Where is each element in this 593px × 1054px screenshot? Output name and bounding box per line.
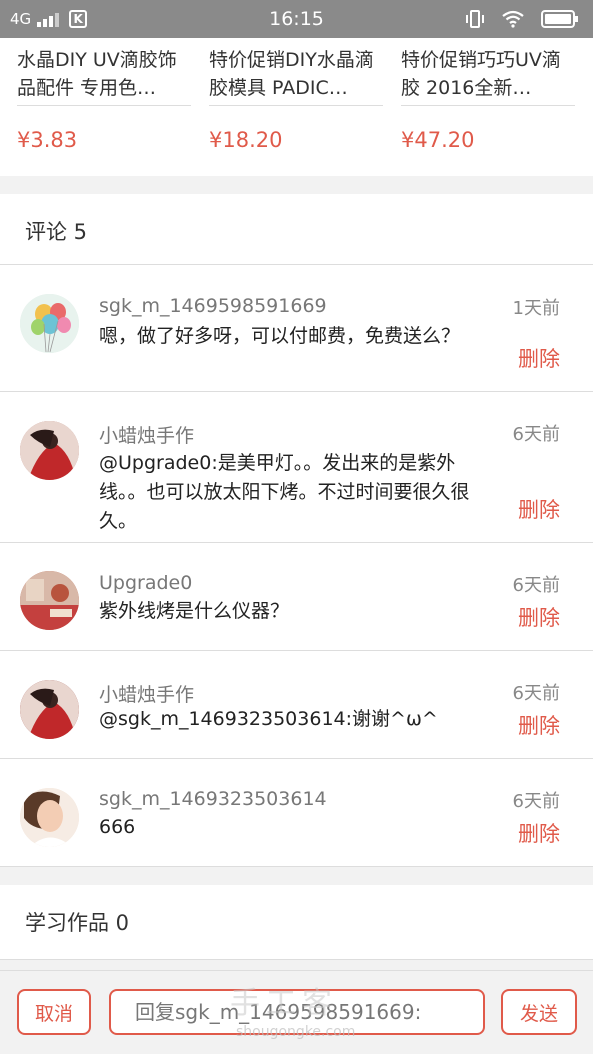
comment-time: 6天前	[512, 791, 560, 812]
comment-time: 1天前	[512, 298, 560, 319]
comment-item: 小蜡烛手作 6天前 @Upgrade0:是美甲灯。。发出来的是紫外线。。也可以放…	[0, 392, 593, 543]
section-divider	[0, 176, 593, 194]
comment-text: 紫外线烤是什么仪器？	[99, 600, 290, 622]
product-name: 水晶DIY UV滴胶饰品配件 专用色…	[17, 38, 191, 106]
comment-item: sgk_m_1469323503614 6天前 666 删除	[0, 759, 593, 867]
comment-text: @sgk_m_1469323503614:谢谢^ω^	[99, 708, 438, 730]
comment-username[interactable]: 小蜡烛手作	[99, 421, 194, 448]
comment-username[interactable]: sgk_m_1469323503614	[99, 788, 327, 810]
comments-title: 评论 5	[25, 220, 88, 244]
comment-item: Upgrade0 6天前 紫外线烤是什么仪器？ 删除	[0, 543, 593, 651]
battery-icon	[541, 10, 578, 28]
delete-button[interactable]: 删除	[518, 602, 560, 632]
comment-time: 6天前	[512, 683, 560, 704]
cancel-button[interactable]: 取消	[17, 989, 91, 1035]
comment-item: sgk_m_1469598591669 1天前 嗯，做了好多呀，可以付邮费，免费…	[0, 265, 593, 392]
delete-button[interactable]: 删除	[518, 818, 560, 848]
product-card[interactable]: 特价促销DIY水晶滴胶模具 PADIC… ¥18.20	[209, 38, 383, 152]
delete-button[interactable]: 删除	[518, 343, 560, 373]
product-price: ¥18.20	[209, 128, 283, 152]
comment-text: 嗯，做了好多呀，可以付邮费，免费送么？	[99, 325, 461, 347]
avatar[interactable]	[20, 294, 79, 353]
red-dress-icon	[20, 680, 79, 739]
red-dress-icon	[20, 421, 79, 480]
product-name: 特价促销巧巧UV滴胶 2016全新…	[401, 38, 575, 106]
avatar[interactable]	[20, 788, 79, 847]
product-price: ¥47.20	[401, 128, 475, 152]
comment-username[interactable]: 小蜡烛手作	[99, 680, 194, 707]
watermark-url: shougongke.com	[236, 1024, 356, 1040]
product-name: 特价促销DIY水晶滴胶模具 PADIC…	[209, 38, 383, 106]
product-card[interactable]: 水晶DIY UV滴胶饰品配件 专用色… ¥3.83	[17, 38, 191, 152]
related-products: 水晶DIY UV滴胶饰品配件 专用色… ¥3.83 特价促销DIY水晶滴胶模具 …	[0, 38, 593, 176]
send-button[interactable]: 发送	[501, 989, 577, 1035]
comment-username[interactable]: sgk_m_1469598591669	[99, 295, 327, 317]
comment-text: @Upgrade0:是美甲灯。。发出来的是紫外线。。也可以放太阳下烤。不过时间要…	[99, 452, 470, 532]
comments-header: 评论 5	[0, 194, 593, 265]
product-card[interactable]: 特价促销巧巧UV滴胶 2016全新… ¥47.20	[401, 38, 575, 152]
status-bar: 4G K 16:15	[0, 0, 593, 38]
vibrate-icon	[466, 10, 484, 28]
works-title: 学习作品 0	[25, 911, 130, 935]
wifi-icon	[502, 10, 524, 28]
section-divider	[0, 867, 593, 885]
avatar[interactable]	[20, 680, 79, 739]
works-header: 学习作品 0	[0, 885, 593, 960]
comment-time: 6天前	[512, 575, 560, 596]
avatar[interactable]	[20, 571, 79, 630]
room-icon	[20, 571, 79, 630]
comment-time: 6天前	[512, 424, 560, 445]
comment-item: 小蜡烛手作 6天前 @sgk_m_1469323503614:谢谢^ω^ 删除	[0, 651, 593, 759]
watermark-logo: 手工客	[230, 986, 338, 1021]
product-price: ¥3.83	[17, 128, 78, 152]
delete-button[interactable]: 删除	[518, 494, 560, 524]
balloons-icon	[20, 294, 79, 353]
comment-username[interactable]: Upgrade0	[99, 572, 192, 594]
comment-text: 666	[99, 816, 136, 838]
delete-button[interactable]: 删除	[518, 710, 560, 740]
avatar[interactable]	[20, 421, 79, 480]
portrait-icon	[20, 788, 79, 847]
comment-list: sgk_m_1469598591669 1天前 嗯，做了好多呀，可以付邮费，免费…	[0, 265, 593, 867]
